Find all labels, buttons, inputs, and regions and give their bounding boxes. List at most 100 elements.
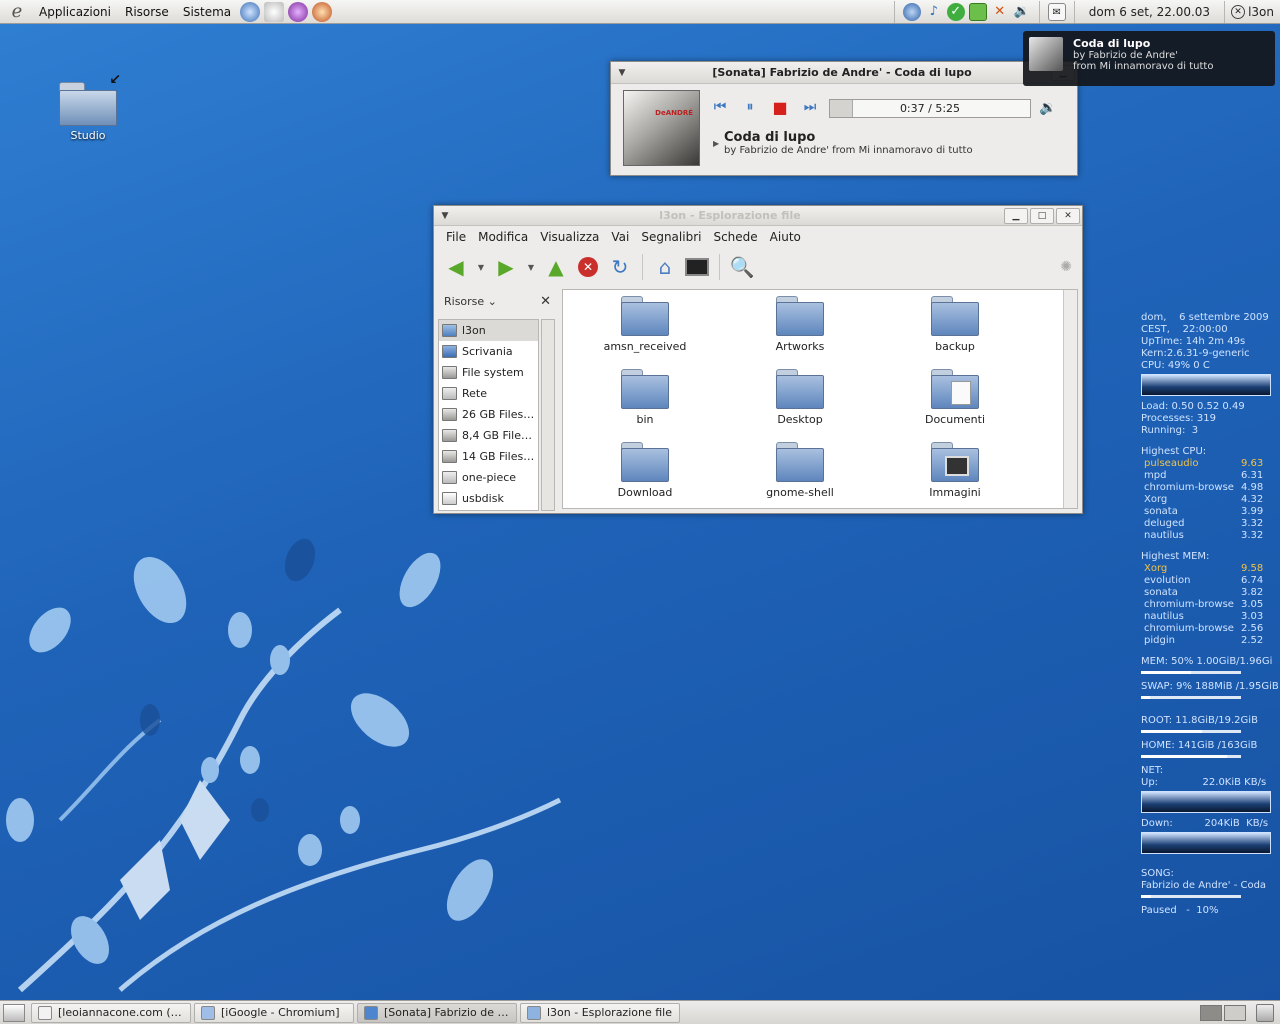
song-notification[interactable]: Coda di lupo by Fabrizio de Andre' from … [1023, 31, 1275, 86]
menu-view[interactable]: Visualizza [534, 230, 605, 244]
taskbar-label: [leoiannacone.com (… [58, 1006, 182, 1019]
workspace-1[interactable] [1200, 1004, 1222, 1021]
pause-button[interactable]: ⏸ [739, 98, 761, 116]
chat-status-tray-icon[interactable] [968, 2, 987, 21]
menu-applications[interactable]: Applicazioni [32, 5, 118, 19]
file-label: Documenti [924, 413, 986, 426]
file-item[interactable]: Immagini [885, 442, 1025, 499]
sidebar-place-item[interactable]: l3on [439, 320, 538, 341]
sidebar-place-item[interactable]: 26 GB Files… [439, 404, 538, 425]
window-menu-icon[interactable]: ▼ [434, 211, 456, 221]
taskbar-button[interactable]: [leoiannacone.com (… [31, 1002, 191, 1023]
taskbar-button[interactable]: l3on - Esplorazione file [520, 1002, 680, 1023]
file-item[interactable]: Artworks [730, 296, 870, 353]
sidebar-selector[interactable]: Risorse ⌄ [444, 295, 497, 308]
volume-icon[interactable]: 🔉 [1039, 100, 1056, 116]
song-progress-bar [1141, 895, 1241, 898]
home-place-icon [442, 324, 457, 337]
mail-notify-tray-icon[interactable]: ✉ [1047, 2, 1066, 21]
file-item[interactable]: gnome-shell [730, 442, 870, 499]
file-item[interactable]: Download [575, 442, 715, 499]
conky-highest-mem-label: Highest MEM: [1141, 551, 1210, 562]
bottom-panel: [leoiannacone.com (… [iGoogle - Chromium]… [0, 1000, 1280, 1024]
network-tray-icon[interactable] [902, 2, 921, 21]
sidebar-place-item[interactable]: one-piece [439, 467, 538, 488]
sidebar-place-item[interactable]: Scrivania [439, 341, 538, 362]
menu-edit[interactable]: Modifica [472, 230, 534, 244]
reload-icon[interactable]: ↻ [606, 253, 634, 281]
close-button[interactable]: ✕ [1056, 207, 1080, 224]
menu-go[interactable]: Vai [605, 230, 635, 244]
music-note-tray-icon[interactable]: ♪ [925, 3, 943, 21]
process-name: Xorg [1144, 563, 1168, 574]
file-manager-titlebar[interactable]: ▼ l3on - Esplorazione file ▁ □ ✕ [434, 206, 1082, 226]
up-arrow-icon[interactable]: ▲ [542, 253, 570, 281]
home-folder-icon[interactable]: ⌂ [651, 253, 679, 281]
sidebar-scrollbar[interactable] [541, 319, 555, 511]
file-item[interactable]: Desktop [730, 369, 870, 426]
next-track-button[interactable]: ⏭ [799, 98, 821, 116]
file-item[interactable]: Documenti [885, 369, 1025, 426]
process-name: chromium-browse [1144, 482, 1234, 493]
menu-file[interactable]: File [440, 230, 472, 244]
stop-icon[interactable]: ✕ [574, 253, 602, 281]
tools-launcher-icon[interactable] [312, 1, 333, 22]
forward-arrow-icon[interactable]: ▶ [492, 253, 520, 281]
mail-launcher-icon[interactable] [264, 1, 285, 22]
sonata-window: ▼ [Sonata] Fabrizio de Andre' - Coda di … [610, 61, 1078, 176]
task-app-icon [527, 1005, 541, 1020]
menu-tabs[interactable]: Schede [707, 230, 763, 244]
file-label: Download [617, 486, 673, 499]
volume-tray-icon[interactable]: 🔉 [1013, 3, 1031, 21]
browser-launcher-icon[interactable] [240, 1, 261, 22]
file-item[interactable]: bin [575, 369, 715, 426]
album-art[interactable]: DeANDRÉ [623, 90, 700, 166]
file-item[interactable]: amsn_received [575, 296, 715, 353]
back-arrow-icon[interactable]: ◀ [442, 253, 470, 281]
sidebar-place-item[interactable]: usbdisk [439, 488, 538, 509]
taskbar-button[interactable]: [iGoogle - Chromium] [194, 1002, 354, 1023]
user-switcher[interactable]: ✕ l3on [1231, 4, 1280, 19]
chat-launcher-icon[interactable] [288, 1, 309, 22]
torrent-tray-icon[interactable]: ✕ [991, 3, 1009, 21]
icon-view-scrollbar[interactable] [1063, 290, 1077, 508]
menu-bookmarks[interactable]: Segnalibri [635, 230, 707, 244]
cpu-graph [1141, 374, 1271, 396]
window-menu-icon[interactable]: ▼ [611, 68, 633, 78]
sonata-titlebar[interactable]: ▼ [Sonata] Fabrizio de Andre' - Coda di … [611, 62, 1077, 84]
task-app-icon [364, 1005, 378, 1020]
distro-logo-icon[interactable]: ℯ [6, 1, 28, 23]
file-item[interactable]: backup [885, 296, 1025, 353]
expander-arrow-icon[interactable]: ▶ [713, 139, 719, 148]
taskbar-button[interactable]: [Sonata] Fabrizio de … [357, 1002, 517, 1023]
track-progress-bar[interactable]: 0:37 / 5:25 [829, 99, 1031, 118]
previous-track-button[interactable]: ⏮ [709, 98, 731, 116]
show-desktop-button[interactable] [3, 1003, 25, 1022]
file-label: Artworks [775, 340, 825, 353]
sidebar-header: Risorse ⌄ ✕ [438, 289, 557, 313]
sidebar: Risorse ⌄ ✕ l3on Scrivania File system Rete… [438, 289, 557, 511]
computer-icon[interactable] [683, 253, 711, 281]
panel-clock[interactable]: dom 6 set, 22.00.03 [1081, 5, 1218, 19]
panel-separator [1073, 0, 1075, 23]
minimize-button[interactable]: ▁ [1004, 207, 1028, 224]
maximize-button[interactable]: □ [1030, 207, 1054, 224]
sidebar-place-item[interactable]: File system [439, 362, 538, 383]
menu-places[interactable]: Risorse [118, 5, 176, 19]
menu-system[interactable]: Sistema [176, 5, 238, 19]
sidebar-place-item[interactable]: Rete [439, 383, 538, 404]
forward-history-dropdown-icon[interactable]: ▼ [524, 253, 538, 281]
trash-icon[interactable] [1256, 1003, 1274, 1022]
sidebar-place-item[interactable]: 14 GB Files… [439, 446, 538, 467]
process-name: Xorg [1144, 494, 1168, 505]
workspace-2[interactable] [1224, 1004, 1246, 1021]
update-check-tray-icon[interactable]: ✓ [946, 2, 965, 21]
close-sidebar-icon[interactable]: ✕ [540, 294, 551, 309]
menu-help[interactable]: Aiuto [764, 230, 807, 244]
stop-button[interactable]: ■ [769, 98, 791, 117]
search-icon[interactable]: 🔍 [728, 253, 756, 281]
process-name: chromium-browse [1144, 599, 1234, 610]
sidebar-place-item[interactable]: 8,4 GB File… [439, 425, 538, 446]
back-history-dropdown-icon[interactable]: ▼ [474, 253, 488, 281]
desktop-folder-studio[interactable]: ↙ Studio [52, 70, 124, 142]
